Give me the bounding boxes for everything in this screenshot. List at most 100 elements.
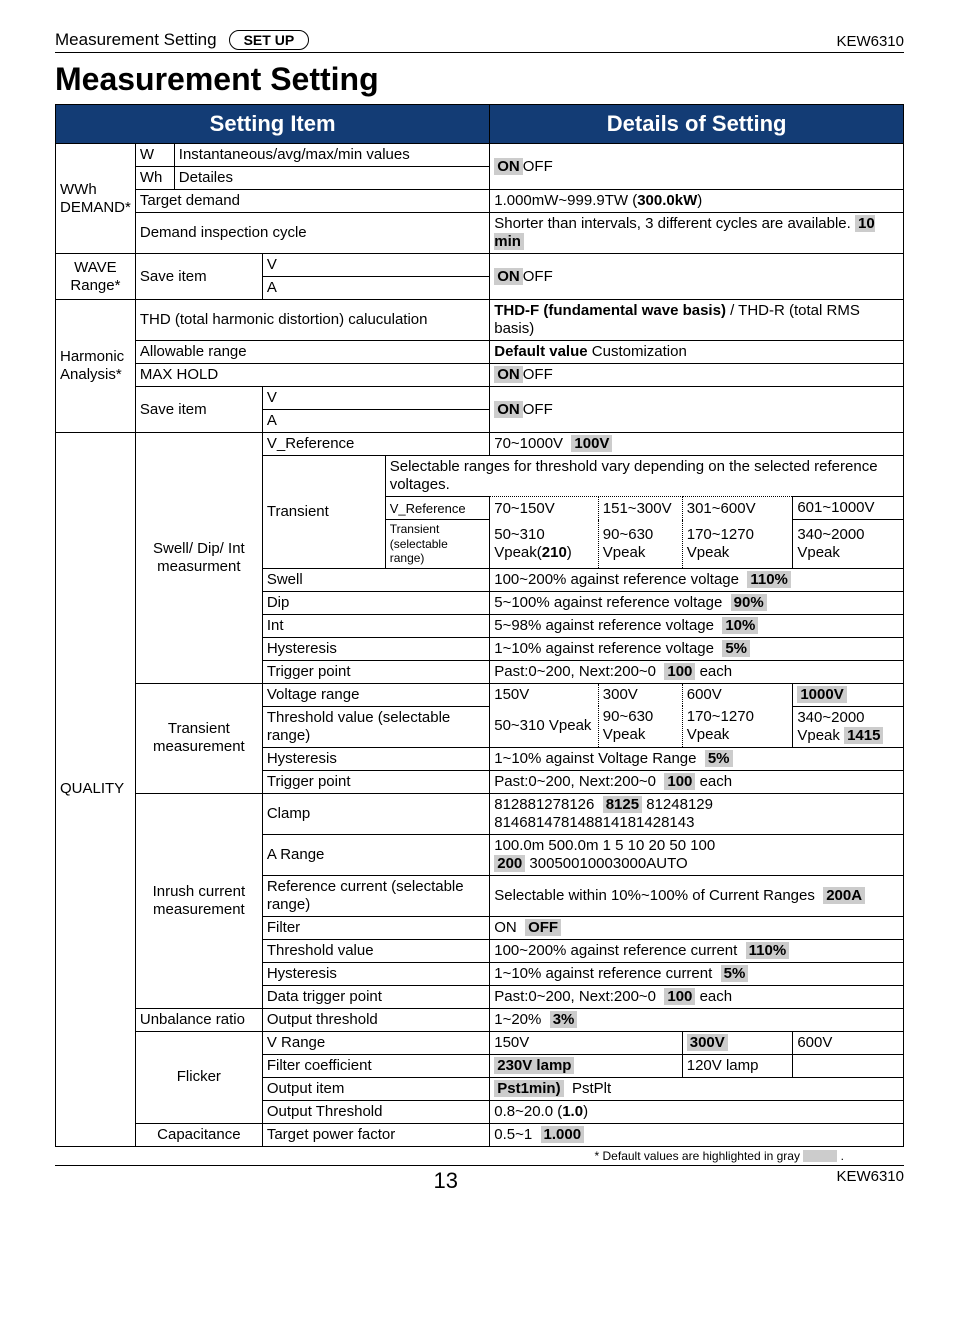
wwh-w: W <box>135 144 174 167</box>
page-title: Measurement Setting <box>55 61 904 98</box>
q-clamp-val: 812881278126 8125 81248129 8146814781488… <box>490 793 904 834</box>
cell: 300V <box>682 1031 793 1054</box>
footnote: * Default values are highlighted in gray… <box>55 1149 904 1163</box>
page-footer: 13 KEW6310 <box>55 1165 904 1194</box>
cell: 150V <box>490 683 599 706</box>
harm-save: Save item <box>135 387 262 433</box>
q-ithresh-val: 100~200% against reference current 110% <box>490 939 904 962</box>
cell: 150V <box>490 1031 683 1054</box>
cell <box>793 1054 904 1077</box>
cell: 170~1270 Vpeak <box>682 706 793 747</box>
q-swell: Swell <box>262 568 489 591</box>
wwh-whdesc: Detailes <box>174 167 489 190</box>
cell: 300V <box>598 683 682 706</box>
q-filter: Filter <box>262 916 489 939</box>
wwh-wh: Wh <box>135 167 174 190</box>
cap-val: 0.5~1 1.000 <box>490 1123 904 1146</box>
q-refcur: Reference current (selectable range) <box>262 875 489 916</box>
f-out-val: Pst1min) PstPlt <box>490 1077 904 1100</box>
q-swell-val: 100~200% against reference voltage 110% <box>490 568 904 591</box>
wave-save: Save item <box>135 254 262 300</box>
q-hyst-val: 1~10% against reference voltage 5% <box>490 637 904 660</box>
harm-max-val: ONOFF <box>490 364 904 387</box>
q-unbal: Unbalance ratio <box>135 1008 262 1031</box>
f-thresh-val: 0.8~20.0 (1.0) <box>490 1100 904 1123</box>
q-vref: V_Reference <box>262 433 489 456</box>
harm-thd-val: THD-F (fundamental wave basis) / THD-R (… <box>490 300 904 341</box>
wwh-label: WWh DEMAND* <box>56 144 136 254</box>
tm-hyst-val: 1~10% against Voltage Range 5% <box>490 747 904 770</box>
cell: 50~310 Vpeak <box>490 706 599 747</box>
q-ihyst: Hysteresis <box>262 962 489 985</box>
q-dip: Dip <box>262 591 489 614</box>
cell: 600V <box>793 1031 904 1054</box>
harm-thd: THD (total harmonic distortion) calucula… <box>135 300 489 341</box>
header-section: Measurement Setting <box>55 30 217 50</box>
harm-allow: Allowable range <box>135 341 489 364</box>
tm-label: Transient measurement <box>135 683 262 793</box>
harm-a: A <box>262 410 489 433</box>
q-trig-val: Past:0~200, Next:200~0 100 each <box>490 660 904 683</box>
q-refcur-val: Selectable within 10%~100% of Current Ra… <box>490 875 904 916</box>
page-number: 13 <box>433 1168 457 1194</box>
cell: 151~300V <box>598 497 682 520</box>
cell: 90~630 Vpeak <box>598 520 682 568</box>
wave-v: V <box>262 254 489 277</box>
tm-trig-val: Past:0~200, Next:200~0 100 each <box>490 770 904 793</box>
f-coef: Filter coefficient <box>262 1054 489 1077</box>
q-trans: Transient <box>262 456 385 568</box>
inrush-label: Inrush current measurement <box>135 793 262 1008</box>
cell: 230V lamp <box>490 1054 683 1077</box>
q-int-val: 5~98% against reference voltage 10% <box>490 614 904 637</box>
cell: 1000V <box>793 683 904 706</box>
wave-label: WAVE Range* <box>56 254 136 300</box>
f-out: Output item <box>262 1077 489 1100</box>
wwh-onoff: ONOFF <box>490 144 904 190</box>
q-sub-trans: Transient (selectable range) <box>385 520 490 568</box>
flicker-label: Flicker <box>135 1031 262 1123</box>
q-clamp: Clamp <box>262 793 489 834</box>
q-vref-val: 70~1000V 100V <box>490 433 904 456</box>
q-int: Int <box>262 614 489 637</box>
gray-swatch <box>803 1150 837 1162</box>
q-unbal-item: Output threshold <box>262 1008 489 1031</box>
q-filter-val: ON OFF <box>490 916 904 939</box>
harm-max: MAX HOLD <box>135 364 489 387</box>
harm-v: V <box>262 387 489 410</box>
tm-trig: Trigger point <box>262 770 489 793</box>
tm-vrange: Voltage range <box>262 683 489 706</box>
cell: 340~2000 Vpeak 1415 <box>793 706 904 747</box>
cap-item: Target power factor <box>262 1123 489 1146</box>
cell: 70~150V <box>490 497 599 520</box>
cell: 301~600V <box>682 497 793 520</box>
cell: 600V <box>682 683 793 706</box>
setup-badge: SET UP <box>229 30 310 50</box>
cell: 170~1270 Vpeak <box>682 520 793 568</box>
wave-a: A <box>262 277 489 300</box>
q-arange: A Range <box>262 834 489 875</box>
wwh-target: Target demand <box>135 190 489 213</box>
q-hyst: Hysteresis <box>262 637 489 660</box>
col-setting: Setting Item <box>56 105 490 144</box>
q-unbal-val: 1~20% 3% <box>490 1008 904 1031</box>
wwh-cycle: Demand inspection cycle <box>135 213 489 254</box>
cap-label: Capacitance <box>135 1123 262 1146</box>
footer-model: KEW6310 <box>836 1168 904 1194</box>
q-trans-val: Selectable ranges for threshold vary dep… <box>385 456 903 497</box>
cell: 50~310 Vpeak(210) <box>490 520 599 568</box>
q-sub-vref: V_Reference <box>385 497 490 520</box>
harm-allow-val: Default value Customization <box>490 341 904 364</box>
wwh-cycle-val: Shorter than intervals, 3 different cycl… <box>490 213 904 254</box>
q-ithresh: Threshold value <box>262 939 489 962</box>
cell: 601~1000V <box>793 497 904 520</box>
tm-thresh: Threshold value (selectable range) <box>262 706 489 747</box>
harm-save-val: ONOFF <box>490 387 904 433</box>
cell: 90~630 Vpeak <box>598 706 682 747</box>
tm-hyst: Hysteresis <box>262 747 489 770</box>
col-details: Details of Setting <box>490 105 904 144</box>
page-header: Measurement Setting SET UP KEW6310 <box>55 30 904 53</box>
q-trig: Trigger point <box>262 660 489 683</box>
q-dtrig: Data trigger point <box>262 985 489 1008</box>
q-dip-val: 5~100% against reference voltage 90% <box>490 591 904 614</box>
quality-label: QUALITY <box>56 433 136 1146</box>
